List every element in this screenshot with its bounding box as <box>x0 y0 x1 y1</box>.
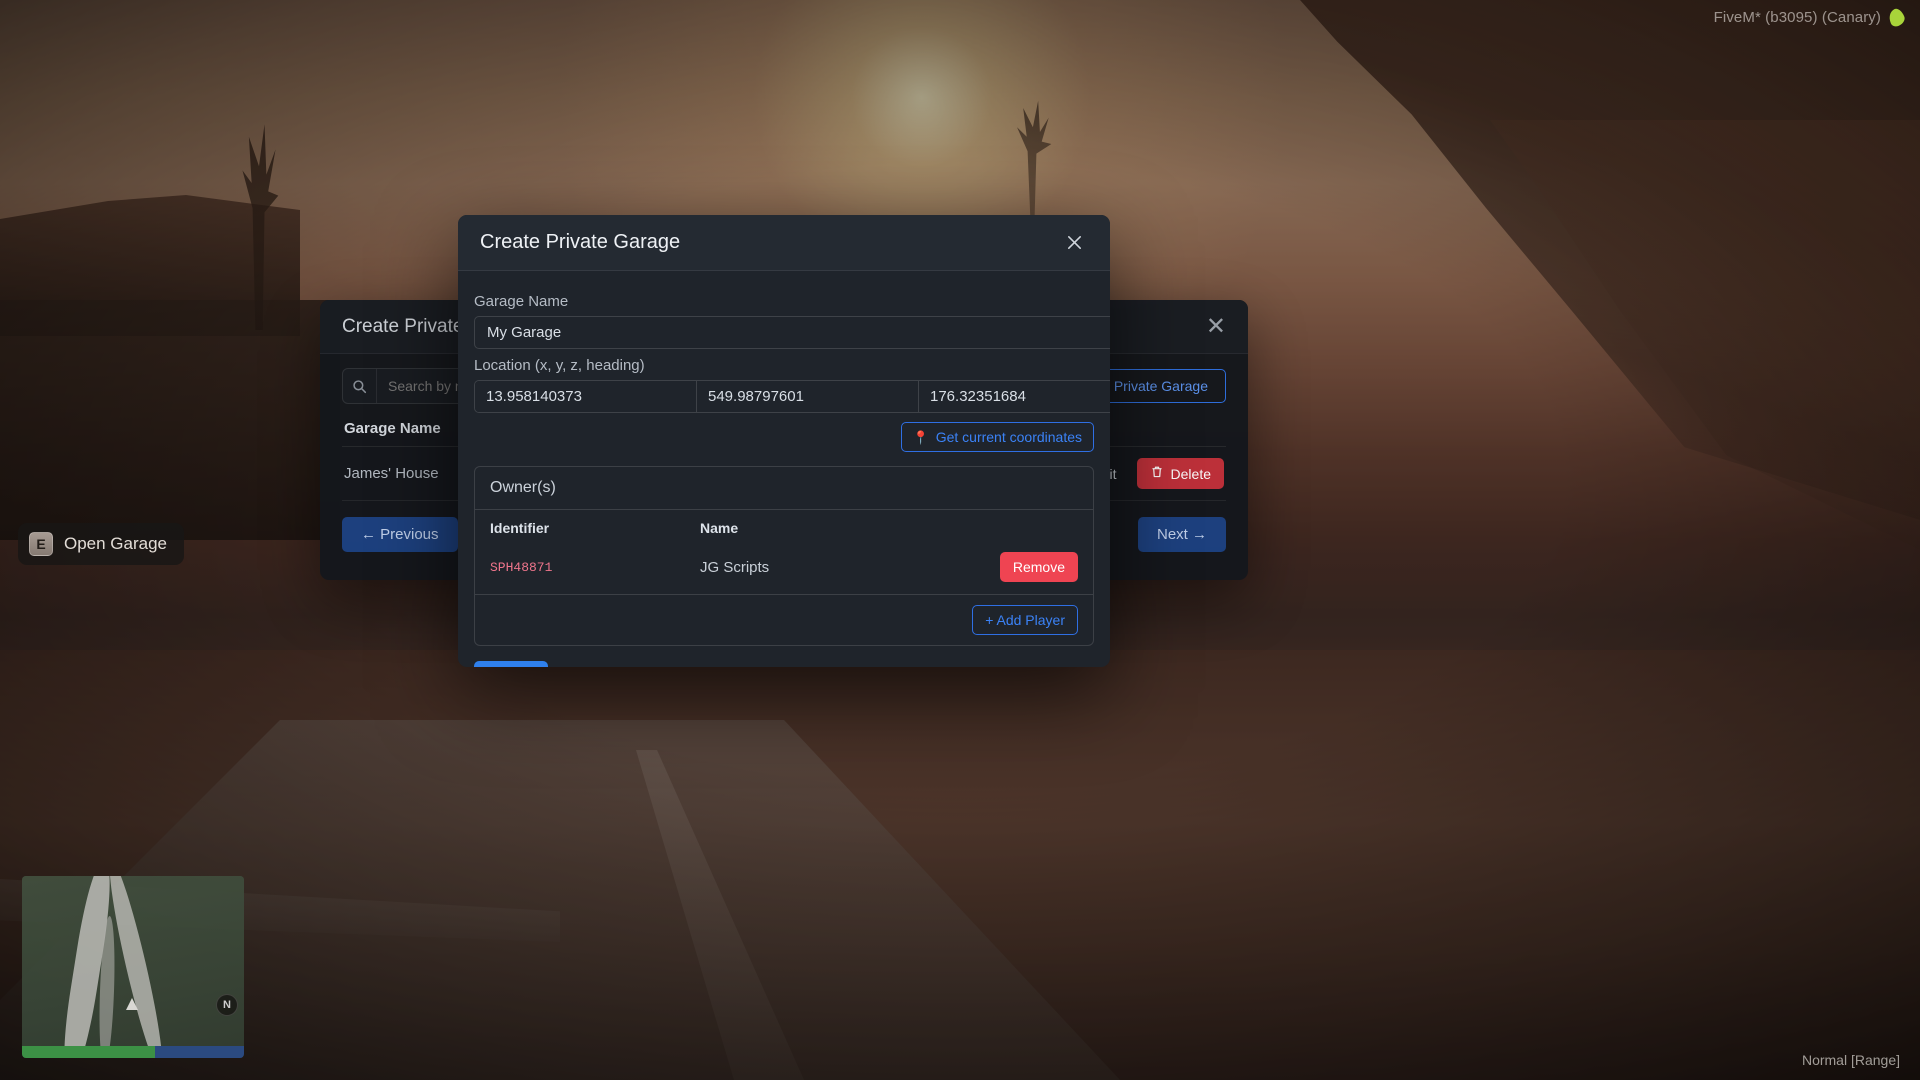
column-header-name: Name <box>685 510 880 544</box>
garage-name-input[interactable] <box>474 316 1110 349</box>
owners-table-header-row: Identifier Name <box>475 510 1093 544</box>
armor-bar <box>155 1046 244 1058</box>
owners-table: Identifier Name SPH48871 JG Scripts Remo… <box>475 510 1093 594</box>
minimap: N <box>22 876 244 1058</box>
hud-status-bars <box>22 1046 244 1058</box>
garage-name-label: Garage Name <box>474 293 1110 310</box>
owners-section-title: Owner(s) <box>475 467 1093 510</box>
search-icon <box>343 369 377 403</box>
get-current-coordinates-label: Get current coordinates <box>936 429 1082 445</box>
health-bar <box>22 1046 155 1058</box>
column-header-identifier: Identifier <box>475 510 685 544</box>
remove-owner-button[interactable]: Remove <box>1000 552 1078 582</box>
table-row: SPH48871 JG Scripts Remove <box>475 544 1093 594</box>
modal-body: Garage Name Type Car Location (x, y, z, … <box>458 271 1110 667</box>
coordinate-y-input[interactable] <box>697 381 919 412</box>
delete-button-label: Delete <box>1171 466 1211 482</box>
open-garage-label: Open Garage <box>64 534 167 554</box>
location-field-group: Location (x, y, z, heading) <box>474 349 1110 413</box>
add-player-button[interactable]: + Add Player <box>972 605 1078 635</box>
trash-icon <box>1150 465 1164 482</box>
player-marker-icon <box>126 998 138 1010</box>
coordinate-z-input[interactable] <box>919 381 1110 412</box>
map-pin-icon: 📍 <box>913 431 929 444</box>
location-label: Location (x, y, z, heading) <box>474 357 1110 374</box>
close-icon[interactable]: ✕ <box>1206 315 1226 339</box>
delete-button[interactable]: Delete <box>1137 458 1224 489</box>
open-garage-prompt: E Open Garage <box>18 523 184 565</box>
previous-page-button[interactable]: ← Previous <box>342 517 458 552</box>
owner-name-cell: JG Scripts <box>685 544 880 594</box>
fivem-watermark: FiveM* (b3095) (Canary) <box>1714 9 1904 26</box>
hud-status-text: Normal [Range] <box>1802 1052 1900 1068</box>
coordinates-row <box>474 380 1110 413</box>
compass-icon: N <box>216 994 238 1016</box>
owners-card-footer: + Add Player <box>475 594 1093 645</box>
owners-card: Owner(s) Identifier Name SPH48871 JG Scr… <box>474 466 1094 646</box>
next-page-button[interactable]: Next → <box>1138 517 1226 552</box>
owner-identifier-cell: SPH48871 <box>475 544 685 594</box>
modal-header: Create Private Garage <box>458 215 1110 271</box>
modal-title: Create Private Garage <box>480 231 680 254</box>
column-header-actions <box>880 510 1093 544</box>
garage-form: Garage Name Type Car Location (x, y, z, … <box>474 285 1094 413</box>
create-private-garage-modal: Create Private Garage Garage Name Type C… <box>458 215 1110 667</box>
get-coordinates-row: 📍 Get current coordinates <box>474 422 1094 452</box>
owner-actions-cell: Remove <box>880 544 1093 594</box>
close-icon[interactable] <box>1061 229 1088 256</box>
garage-name-field-group: Garage Name <box>474 285 1110 349</box>
get-current-coordinates-button[interactable]: 📍 Get current coordinates <box>901 422 1094 452</box>
save-button[interactable]: Save <box>474 661 548 667</box>
coordinate-x-input[interactable] <box>475 381 697 412</box>
leaf-icon <box>1886 7 1907 29</box>
fivem-watermark-label: FiveM* (b3095) (Canary) <box>1714 9 1881 26</box>
keybind-key-e: E <box>29 532 53 556</box>
